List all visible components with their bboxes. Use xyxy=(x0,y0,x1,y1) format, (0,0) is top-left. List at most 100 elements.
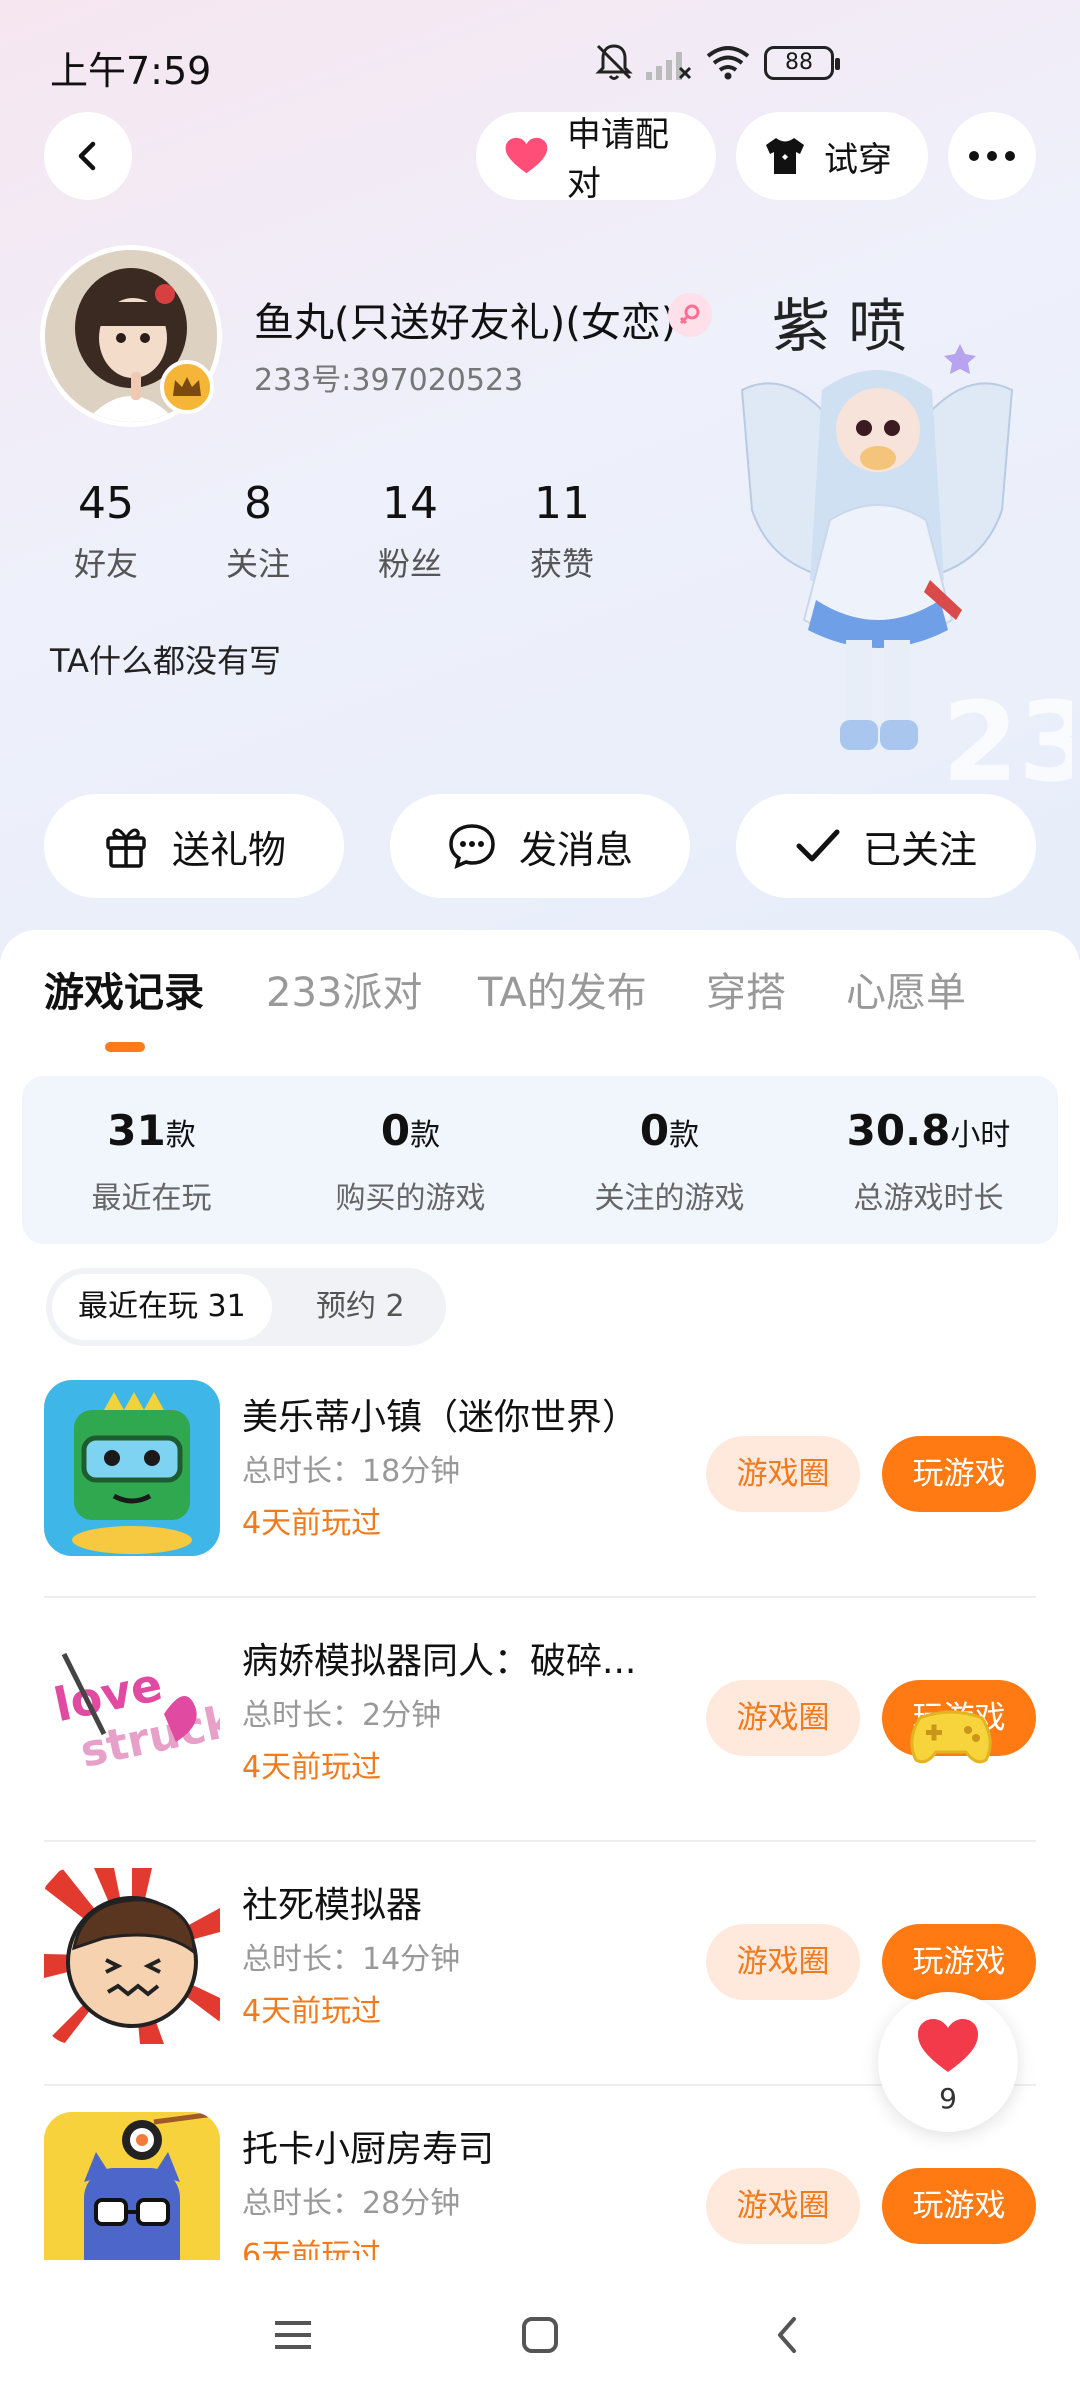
gift-icon xyxy=(106,828,146,868)
crown-icon xyxy=(173,377,201,396)
game-icon-toca-sushi xyxy=(44,2112,220,2260)
send-gift-button[interactable]: 送礼物 xyxy=(44,794,344,898)
stat-value: 14 xyxy=(382,478,438,529)
home-square-icon xyxy=(522,2317,558,2353)
checkmark-icon xyxy=(796,829,840,862)
summary-purchased[interactable]: 0款 购买的游戏 xyxy=(281,1106,540,1217)
subtab-recent[interactable]: 最近在玩 31 xyxy=(52,1274,272,1340)
game-title: 托卡小厨房寿司 xyxy=(242,2129,495,2170)
more-dot-icon xyxy=(969,151,979,161)
stat-following[interactable]: 8 关注 xyxy=(193,478,323,585)
apply-pair-label: 申请配对 xyxy=(566,115,669,204)
tab-233-party[interactable]: 233派对 xyxy=(266,960,422,1018)
summary-followed-games[interactable]: 0款 关注的游戏 xyxy=(540,1106,799,1217)
female-icon xyxy=(679,304,700,325)
game-last-played: 4天前玩过 xyxy=(242,1506,382,1541)
game-title: 社死模拟器 xyxy=(242,1885,423,1926)
summary-value: 0 xyxy=(639,1106,670,1155)
game-last-played: 6天前玩过 xyxy=(242,2238,382,2260)
summary-unit: 款 xyxy=(165,1118,196,1153)
stat-label: 关注 xyxy=(225,545,290,583)
followed-label: 已关注 xyxy=(862,827,977,872)
game-circle-button[interactable]: 游戏圈 xyxy=(706,1924,860,2000)
game-controller-float-icon[interactable] xyxy=(906,1700,996,1770)
tab-ta-posts[interactable]: TA的发布 xyxy=(478,960,647,1018)
nav-home-button[interactable] xyxy=(505,2300,575,2370)
game-duration: 总时长：14分钟 xyxy=(242,1942,461,1977)
summary-label: 购买的游戏 xyxy=(335,1181,486,1216)
vip-crown-badge xyxy=(160,360,214,414)
game-icon-social-death xyxy=(44,1868,220,2044)
play-game-button[interactable]: 玩游戏 xyxy=(882,2168,1036,2244)
game-circle-button[interactable]: 游戏圈 xyxy=(706,1680,860,1756)
bio: TA什么都没有写 xyxy=(50,642,281,680)
game-last-played: 4天前玩过 xyxy=(242,1750,382,1785)
game-circle-button[interactable]: 游戏圈 xyxy=(706,2168,860,2244)
more-options-button[interactable] xyxy=(948,112,1036,200)
back-button[interactable] xyxy=(44,112,132,200)
summary-unit: 款 xyxy=(669,1118,700,1153)
like-count: 9 xyxy=(939,2082,957,2115)
floating-like-button[interactable]: 9 xyxy=(878,1992,1018,2132)
game-duration: 总时长：2分钟 xyxy=(242,1698,442,1733)
game-summary-card: 31款 最近在玩 0款 购买的游戏 0款 关注的游戏 30.8小时 总游戏时长 xyxy=(22,1076,1058,1244)
stat-label: 获赞 xyxy=(529,545,594,583)
chat-bubble-icon xyxy=(449,824,495,870)
summary-label: 总游戏时长 xyxy=(853,1181,1004,1216)
menu-icon xyxy=(275,2321,311,2349)
stat-value: 8 xyxy=(244,478,272,529)
stat-friends[interactable]: 45 好友 xyxy=(41,478,171,585)
send-message-label: 发消息 xyxy=(518,827,633,872)
list-item[interactable]: 美乐蒂小镇（迷你世界） 总时长：18分钟 4天前玩过 游戏圈 玩游戏 xyxy=(0,1354,1080,1598)
tab-outfits[interactable]: 穿搭 xyxy=(706,960,786,1018)
tab-game-records[interactable]: 游戏记录 xyxy=(44,960,204,1018)
heart-icon xyxy=(918,2019,978,2072)
status-bar: 上午7:59 88 xyxy=(0,0,1080,120)
summary-value: 0 xyxy=(380,1106,411,1155)
summary-total-time[interactable]: 30.8小时 总游戏时长 xyxy=(799,1106,1058,1217)
try-on-button[interactable]: 试穿 xyxy=(736,112,928,200)
game-last-played: 4天前玩过 xyxy=(242,1994,382,2029)
art-watermark: 233 xyxy=(942,678,1072,800)
art-caption: 紫 喷 xyxy=(772,292,906,360)
back-triangle-icon xyxy=(778,2317,796,2353)
character-avatar-art[interactable]: 紫 喷 233 xyxy=(712,280,1072,800)
mute-bell-icon xyxy=(595,44,633,80)
followed-button[interactable]: 已关注 xyxy=(736,794,1036,898)
signal-icon xyxy=(646,52,692,80)
gender-badge xyxy=(668,293,712,337)
nickname: 鱼丸(只送好友礼)(女恋) xyxy=(254,300,677,346)
subtab-group: 最近在玩 31 预约 2 xyxy=(46,1268,446,1346)
chevron-left-icon xyxy=(78,141,96,171)
play-game-button[interactable]: 玩游戏 xyxy=(882,1924,1036,2000)
send-gift-label: 送礼物 xyxy=(171,827,286,872)
stat-likes[interactable]: 11 获赞 xyxy=(497,478,627,585)
more-dot-icon xyxy=(1005,151,1015,161)
tab-wishlist[interactable]: 心愿单 xyxy=(846,960,966,1018)
play-game-button[interactable]: 玩游戏 xyxy=(882,1436,1036,1512)
wifi-icon xyxy=(706,46,750,80)
more-dot-icon xyxy=(987,151,997,161)
apply-pair-button[interactable]: 申请配对 xyxy=(476,112,716,204)
heart-icon xyxy=(505,137,548,174)
subtab-reserved[interactable]: 预约 2 xyxy=(290,1274,431,1340)
game-title: 病娇模拟器同人：破碎... xyxy=(242,1641,637,1682)
game-title: 美乐蒂小镇（迷你世界） xyxy=(242,1397,639,1438)
stat-label: 粉丝 xyxy=(377,545,442,583)
stat-fans[interactable]: 14 粉丝 xyxy=(345,478,475,585)
summary-recent[interactable]: 31款 最近在玩 xyxy=(22,1106,281,1217)
summary-label: 关注的游戏 xyxy=(594,1181,745,1216)
nav-menu-button[interactable] xyxy=(258,2300,328,2370)
game-icon-love-struck: love struck xyxy=(44,1624,220,1800)
summary-unit: 小时 xyxy=(950,1118,1011,1153)
summary-value: 31 xyxy=(107,1106,166,1155)
try-on-label: 试穿 xyxy=(824,139,892,180)
send-message-button[interactable]: 发消息 xyxy=(390,794,690,898)
game-circle-button[interactable]: 游戏圈 xyxy=(706,1436,860,1512)
stat-label: 好友 xyxy=(73,545,138,583)
system-nav-bar xyxy=(0,2270,1080,2400)
nav-back-button[interactable] xyxy=(752,2300,822,2370)
active-tab-indicator xyxy=(105,1042,145,1052)
summary-value: 30.8 xyxy=(846,1106,951,1155)
game-duration: 总时长：18分钟 xyxy=(242,1454,461,1489)
